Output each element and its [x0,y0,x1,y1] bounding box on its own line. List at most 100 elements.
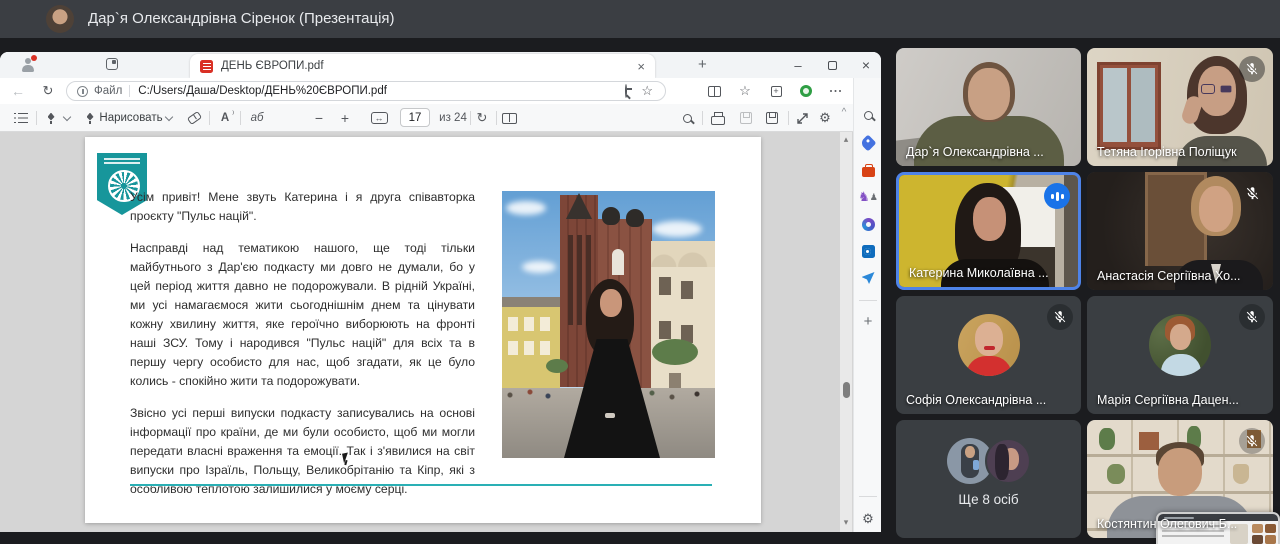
toolbar-separator [470,111,471,125]
address-divider [129,85,130,97]
drop-plane-icon[interactable] [854,267,881,289]
eraser-icon[interactable] [182,104,206,132]
pdf-settings-gear-icon[interactable]: ⚙ [814,104,836,132]
save-as-icon[interactable] [760,104,784,132]
miniwindow-tiles [1252,524,1263,533]
highlighter-dropdown-icon[interactable] [60,104,74,132]
speaking-indicator-icon [1044,183,1070,209]
draw-icon[interactable] [80,104,100,132]
participant-name: Дар`я Олександрівна ... [906,145,1044,159]
participant-tile[interactable]: Софія Олександрівна ... [896,296,1081,414]
scrollbar-thumb[interactable] [843,382,850,398]
draw-dropdown-icon[interactable] [162,104,176,132]
scroll-down-icon[interactable]: ▾ [840,517,852,528]
pdf-content-area[interactable]: Усім привіт! Мене звуть Катерина і я дру… [0,132,853,532]
read-aloud-icon[interactable]: A [213,104,237,132]
toolbar-separator [36,111,37,125]
avatar [958,314,1020,376]
highlighter-icon[interactable] [40,104,62,132]
plant [1107,464,1125,484]
zoom-indicator-icon[interactable] [625,85,627,97]
back-icon[interactable]: ← [6,78,30,104]
split-screen-icon[interactable] [702,78,726,104]
window-minimize-button[interactable]: – [783,52,813,78]
browser-essentials-icon[interactable] [794,78,818,104]
pdf-paragraph: Насправді над тематикою нашого, ще тоді … [130,239,475,391]
participant-tile[interactable]: Марія Сергіївна Дацен... [1087,296,1273,414]
tools-briefcase-icon[interactable] [854,159,881,181]
face [1199,186,1233,232]
zoom-in-icon[interactable]: + [336,104,354,132]
face [973,197,1006,241]
sidebar-divider [859,300,877,301]
hide-toolbar-icon[interactable]: ^ [836,98,852,126]
presenter-banner-title: Дар`я Олександрівна Сіренок (Презентація… [88,0,395,38]
browser-tab-strip: ДЕНЬ ЄВРОПИ.pdf × + – × [0,52,881,78]
two-page-view-icon[interactable] [498,104,520,132]
microsoft365-icon[interactable] [854,213,881,235]
print-icon[interactable] [706,104,730,132]
info-icon[interactable] [77,86,88,97]
cabinet-glass [1131,68,1155,142]
avatar-phone [973,460,979,470]
window-restore-button[interactable] [817,52,847,78]
woman-face [600,289,622,317]
overflow-tile[interactable]: Ще 8 осіб [896,420,1081,538]
address-field[interactable]: Файл C:/Users/Даша/Desktop/ДЕНЬ%20ЄВРОПИ… [66,81,666,101]
avatar-face [965,446,975,458]
page-number-input[interactable]: 17 [400,108,430,127]
collections-icon[interactable]: + [764,78,788,104]
avatar [1149,314,1211,376]
fit-page-icon[interactable]: ↔ [368,104,390,132]
browser-tab[interactable]: ДЕНЬ ЄВРОПИ.pdf × [190,54,655,78]
glasses [1201,84,1215,94]
participant-tile[interactable]: Тетяна Ігорівна Поліщук [1087,48,1273,166]
participant-name: Тетяна Ігорівна Поліщук [1097,145,1237,159]
search-document-icon[interactable] [676,104,698,132]
sidebar-add-icon[interactable]: + [854,310,881,332]
toc-icon[interactable] [8,104,34,132]
tab-actions-icon[interactable] [106,58,118,70]
shopping-tag-icon[interactable] [854,132,881,154]
reload-icon[interactable]: ↻ [36,78,60,104]
window-close-button[interactable]: × [851,52,881,78]
rotate-icon[interactable]: ↻ [472,104,492,132]
profile-icon[interactable] [20,57,35,72]
scrollbar[interactable]: ▴ ▾ [840,132,852,532]
participant-name: Софія Олександрівна ... [906,393,1046,407]
draw-label[interactable]: Нарисовать [100,104,162,132]
avatar-hair [995,444,1009,480]
expand-icon[interactable] [791,104,813,132]
pdf-paragraph: Усім привіт! Мене звуть Катерина і я дру… [130,188,475,226]
sidebar-search-icon[interactable] [854,104,881,126]
cloud [652,221,702,237]
games-chess-icon[interactable]: ♞♟ [854,186,881,208]
toolbar-separator [788,111,789,125]
pdf-toolbar: Нарисовать A аб − + ↔ 17 из 24 ↻ [0,104,881,132]
overflow-avatars [947,438,1031,484]
avatar-face [975,322,1003,356]
save-icon[interactable] [734,104,758,132]
tab-title: ДЕНЬ ЄВРОПИ.pdf [221,60,637,72]
outlook-icon[interactable] [854,240,881,262]
mic-off-icon [1239,304,1265,330]
participant-tile[interactable]: Дар`я Олександрівна ... [896,48,1081,166]
add-text-icon[interactable]: аб [244,104,270,132]
vase [1233,464,1249,484]
sidebar-settings-gear-icon[interactable]: ⚙ [854,508,881,530]
participant-tile[interactable]: Анастасія Сергіївна Хо... [1087,172,1273,290]
page-total-label: из 24 [436,104,470,132]
face [1158,448,1202,496]
participant-name: Марія Сергіївна Дацен... [1097,393,1239,407]
mic-off-icon [1047,304,1073,330]
favorites-icon[interactable]: ☆ [733,78,757,104]
new-tab-button[interactable]: + [698,57,707,72]
tab-close-icon[interactable]: × [637,60,645,73]
favorite-star-icon[interactable]: ☆ [641,83,653,99]
toolbar-separator [209,111,210,125]
participant-tile-speaking[interactable]: Катерина Миколаївна ... [896,172,1081,290]
scroll-up-icon[interactable]: ▴ [840,134,852,145]
sidebar-divider [859,496,877,497]
avatar [985,438,1031,484]
zoom-out-icon[interactable]: − [310,104,328,132]
